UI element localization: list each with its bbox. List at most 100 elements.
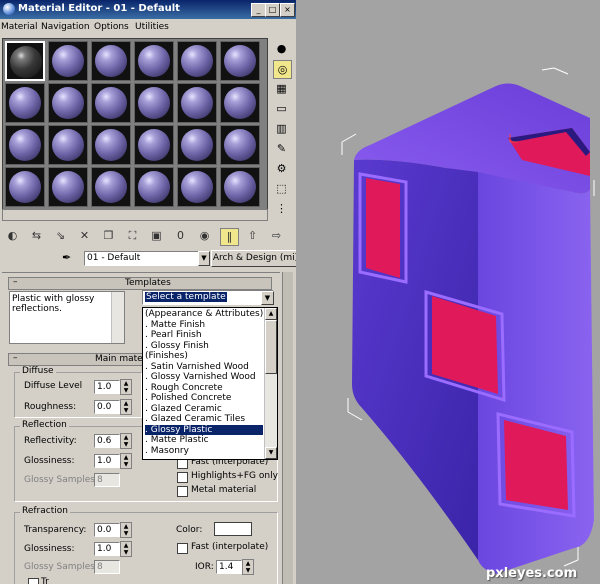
title-bar[interactable]: Material Editor - 01 - Default _ □ × <box>0 0 296 19</box>
assign-to-selection-icon[interactable]: ⇘ <box>52 228 69 244</box>
background-icon[interactable]: ▦ <box>273 80 290 97</box>
scroll-thumb[interactable] <box>265 320 277 374</box>
refraction-fast-checkbox[interactable] <box>177 543 188 554</box>
material-sample-slot[interactable] <box>48 167 88 207</box>
uv-tiling-icon[interactable]: ▭ <box>273 100 290 117</box>
refraction-glossy-samples-field[interactable]: 8 <box>94 560 120 574</box>
transparency-field[interactable]: 0.0 <box>94 523 120 537</box>
reflectivity-spinner[interactable]: ▲ ▼ <box>120 433 132 449</box>
material-name-dropdown[interactable]: ▼ <box>198 251 210 266</box>
refraction-color-swatch[interactable] <box>214 522 252 536</box>
material-sample-slot[interactable] <box>134 125 174 165</box>
put-to-scene-icon[interactable]: ⇆ <box>28 228 45 244</box>
material-sample-slot[interactable] <box>220 167 260 207</box>
go-to-parent-icon[interactable]: ⇧ <box>244 228 261 244</box>
close-button[interactable]: × <box>280 3 295 17</box>
transparency-spinner[interactable]: ▲ ▼ <box>120 522 132 538</box>
backlight-icon[interactable]: ◎ <box>273 60 292 79</box>
scroll-down-arrow[interactable]: ▼ <box>265 447 277 459</box>
menu-navigation[interactable]: Navigation <box>41 22 90 32</box>
go-forward-icon[interactable]: ⇨ <box>268 228 285 244</box>
menu-material[interactable]: Material <box>1 22 38 32</box>
show-end-result-icon[interactable]: ‖ <box>220 228 239 246</box>
make-preview-icon[interactable]: ✎ <box>273 140 290 157</box>
ior-field[interactable]: 1.4 <box>216 560 242 574</box>
panel-vertical-scrollbar[interactable] <box>282 272 293 584</box>
material-sample-slot[interactable] <box>5 83 45 123</box>
material-sample-slot[interactable] <box>48 83 88 123</box>
material-navigator-icon[interactable]: ⋮ <box>273 200 290 217</box>
material-sample-slot[interactable] <box>134 83 174 123</box>
glossy-samples-field[interactable]: 8 <box>94 473 120 487</box>
material-sample-slot[interactable] <box>220 41 260 81</box>
show-in-viewport-icon[interactable]: ◉ <box>196 228 213 244</box>
material-sample-slot[interactable] <box>48 125 88 165</box>
material-sample-slot[interactable] <box>177 83 217 123</box>
template-option[interactable]: . Matte Finish <box>145 320 263 331</box>
reset-material-icon[interactable]: ✕ <box>76 228 93 244</box>
highlights-fg-checkbox[interactable] <box>177 472 188 483</box>
template-select[interactable]: Select a template <box>142 290 274 305</box>
reflectivity-field[interactable]: 0.6 <box>94 434 120 448</box>
material-type-button[interactable]: Arch & Design (mi) <box>211 250 296 267</box>
material-sample-slot[interactable] <box>177 167 217 207</box>
eyedropper-icon[interactable]: ✒ <box>62 251 76 265</box>
get-material-icon[interactable]: ◐ <box>4 228 21 244</box>
metal-material-checkbox[interactable] <box>177 486 188 497</box>
material-sample-slot[interactable] <box>220 83 260 123</box>
template-option[interactable]: . Glazed Ceramic Tiles <box>145 414 263 425</box>
scroll-up-arrow[interactable]: ▲ <box>265 308 277 320</box>
roughness-field[interactable]: 0.0 <box>94 400 120 414</box>
material-name-field[interactable]: 01 - Default <box>84 251 199 266</box>
glossiness-field[interactable]: 1.0 <box>94 454 120 468</box>
material-sample-slot[interactable] <box>48 41 88 81</box>
material-sample-slot[interactable] <box>134 167 174 207</box>
viewport-3d[interactable] <box>296 0 600 584</box>
template-option[interactable]: . Matte Plastic <box>145 435 263 446</box>
material-sample-slot[interactable] <box>177 125 217 165</box>
material-sample-slot[interactable] <box>91 125 131 165</box>
glossiness-spinner[interactable]: ▲ ▼ <box>120 453 132 469</box>
material-sample-slot[interactable] <box>91 41 131 81</box>
template-option[interactable]: . Satin Varnished Wood <box>145 362 263 373</box>
diffuse-level-field[interactable]: 1.0 <box>94 380 120 394</box>
template-option[interactable]: . Glazed Ceramic <box>145 404 263 415</box>
ior-spinner[interactable]: ▲ ▼ <box>242 559 254 575</box>
diffuse-level-spinner[interactable]: ▲ ▼ <box>120 379 132 395</box>
template-select-arrow[interactable]: ▼ <box>261 291 274 305</box>
description-scrollbar[interactable] <box>111 292 124 343</box>
material-sample-slot[interactable] <box>91 83 131 123</box>
template-option[interactable]: . Polished Concrete <box>145 393 263 404</box>
dropdown-scrollbar[interactable]: ▲ ▼ <box>264 308 277 459</box>
template-option[interactable]: (Appearance & Attributes) <box>145 309 263 320</box>
video-color-check-icon[interactable]: ▥ <box>273 120 290 137</box>
sample-type-icon[interactable]: ● <box>273 40 290 57</box>
template-option[interactable]: . Glossy Plastic <box>145 424 263 435</box>
material-sample-slot[interactable] <box>5 125 45 165</box>
templates-rollup-header[interactable]: – Templates <box>8 277 272 290</box>
template-option[interactable]: . Masonry <box>145 446 263 457</box>
template-option[interactable]: . Rough Concrete <box>145 383 263 394</box>
menu-options[interactable]: Options <box>94 22 129 32</box>
material-sample-slot[interactable] <box>134 41 174 81</box>
material-sample-slot[interactable] <box>177 41 217 81</box>
make-unique-icon[interactable]: ⛶ <box>124 228 141 244</box>
select-by-material-icon[interactable]: ⬚ <box>273 180 290 197</box>
template-option[interactable]: . Glossy Finish <box>145 341 263 352</box>
refraction-glossiness-spinner[interactable]: ▲ ▼ <box>120 541 132 557</box>
material-sample-slot[interactable] <box>5 167 45 207</box>
put-to-library-icon[interactable]: ▣ <box>148 228 165 244</box>
template-option[interactable]: . Glossy Varnished Wood <box>145 372 263 383</box>
roughness-spinner[interactable]: ▲ ▼ <box>120 399 132 415</box>
refraction-glossiness-field[interactable]: 1.0 <box>94 542 120 556</box>
material-sample-slot[interactable] <box>220 125 260 165</box>
options-icon[interactable]: ⚙ <box>273 160 290 177</box>
make-copy-icon[interactable]: ❐ <box>100 228 117 244</box>
material-id-channel-icon[interactable]: 0 <box>172 228 189 244</box>
translucency-checkbox[interactable] <box>28 578 39 584</box>
slots-horizontal-scrollbar[interactable] <box>2 209 268 221</box>
maximize-button[interactable]: □ <box>265 3 280 17</box>
template-option[interactable]: . Pearl Finish <box>145 330 263 341</box>
material-sample-slot[interactable] <box>5 41 45 81</box>
minimize-button[interactable]: _ <box>251 3 266 17</box>
